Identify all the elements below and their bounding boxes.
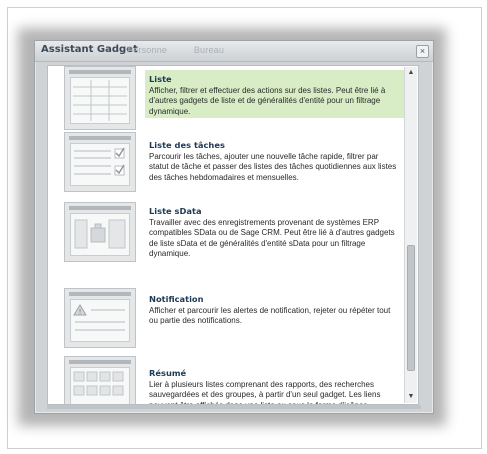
gadget-item-resume[interactable]: Résumé Lier à plusieurs listes comprenan… [48,356,404,404]
dialog-title: Assistant Gadget [41,44,138,55]
gadget-list-panel: Liste Afficher, filtrer et effectuer des… [47,65,419,405]
gadget-name: Liste des tâches [149,140,225,150]
gadget-info: Notification Afficher et parcourir les a… [145,290,404,340]
dialog-footer [47,405,421,409]
gadget-description: Travailler avec des enregistrements prov… [149,218,395,259]
dialog-titlebar[interactable]: Assistant Gadget Personne Bureau × [35,41,433,62]
gadget-info: Liste des tâches Parcourir les tâches, a… [145,136,404,192]
gadget-item-liste[interactable]: Liste Afficher, filtrer et effectuer des… [48,66,404,132]
task-list-gadget-icon [64,132,136,192]
gadget-description: Lier à plusieurs listes comprenant des r… [149,380,381,404]
gadget-description: Afficher et parcourir les alertes de not… [149,306,391,326]
scroll-down-arrow-icon[interactable]: ▼ [405,391,417,403]
vertical-scrollbar[interactable]: ▲ ▼ [404,67,417,403]
gadget-item-liste-des-taches[interactable]: Liste des tâches Parcourir les tâches, a… [48,132,404,194]
gadget-item-liste-sdata[interactable]: Liste sData Travailler avec des enregist… [48,202,404,270]
close-button[interactable]: × [416,45,429,58]
gadget-info: Résumé Lier à plusieurs listes comprenan… [145,364,404,404]
background-tabs: Personne Bureau [127,45,248,55]
gadget-description: Parcourir les tâches, ajouter une nouvel… [149,152,397,182]
notification-gadget-icon: ! [64,288,136,348]
gadget-name: Résumé [149,368,187,378]
summary-gadget-icon [64,356,136,404]
sdata-list-gadget-icon [64,202,136,262]
gadget-name: Notification [149,294,204,304]
svg-text:!: ! [79,308,82,316]
background-tab: Personne [127,45,168,55]
gadget-name: Liste [149,74,172,84]
close-icon: × [419,46,426,56]
scroll-thumb[interactable] [407,245,415,371]
gadget-item-notification[interactable]: ! Notification Afficher et parcourir les… [48,288,404,348]
scroll-up-arrow-icon[interactable]: ▲ [405,67,417,79]
gadget-info: Liste Afficher, filtrer et effectuer des… [145,70,404,118]
gadget-info: Liste sData Travailler avec des enregist… [145,202,404,268]
gadget-description: Afficher, filtrer et effectuer des actio… [149,86,386,116]
background-tab: Bureau [193,45,225,55]
gadget-name: Liste sData [149,206,202,216]
gadget-wizard-dialog: Assistant Gadget Personne Bureau × Liste… [34,40,434,414]
list-gadget-icon [64,66,136,130]
